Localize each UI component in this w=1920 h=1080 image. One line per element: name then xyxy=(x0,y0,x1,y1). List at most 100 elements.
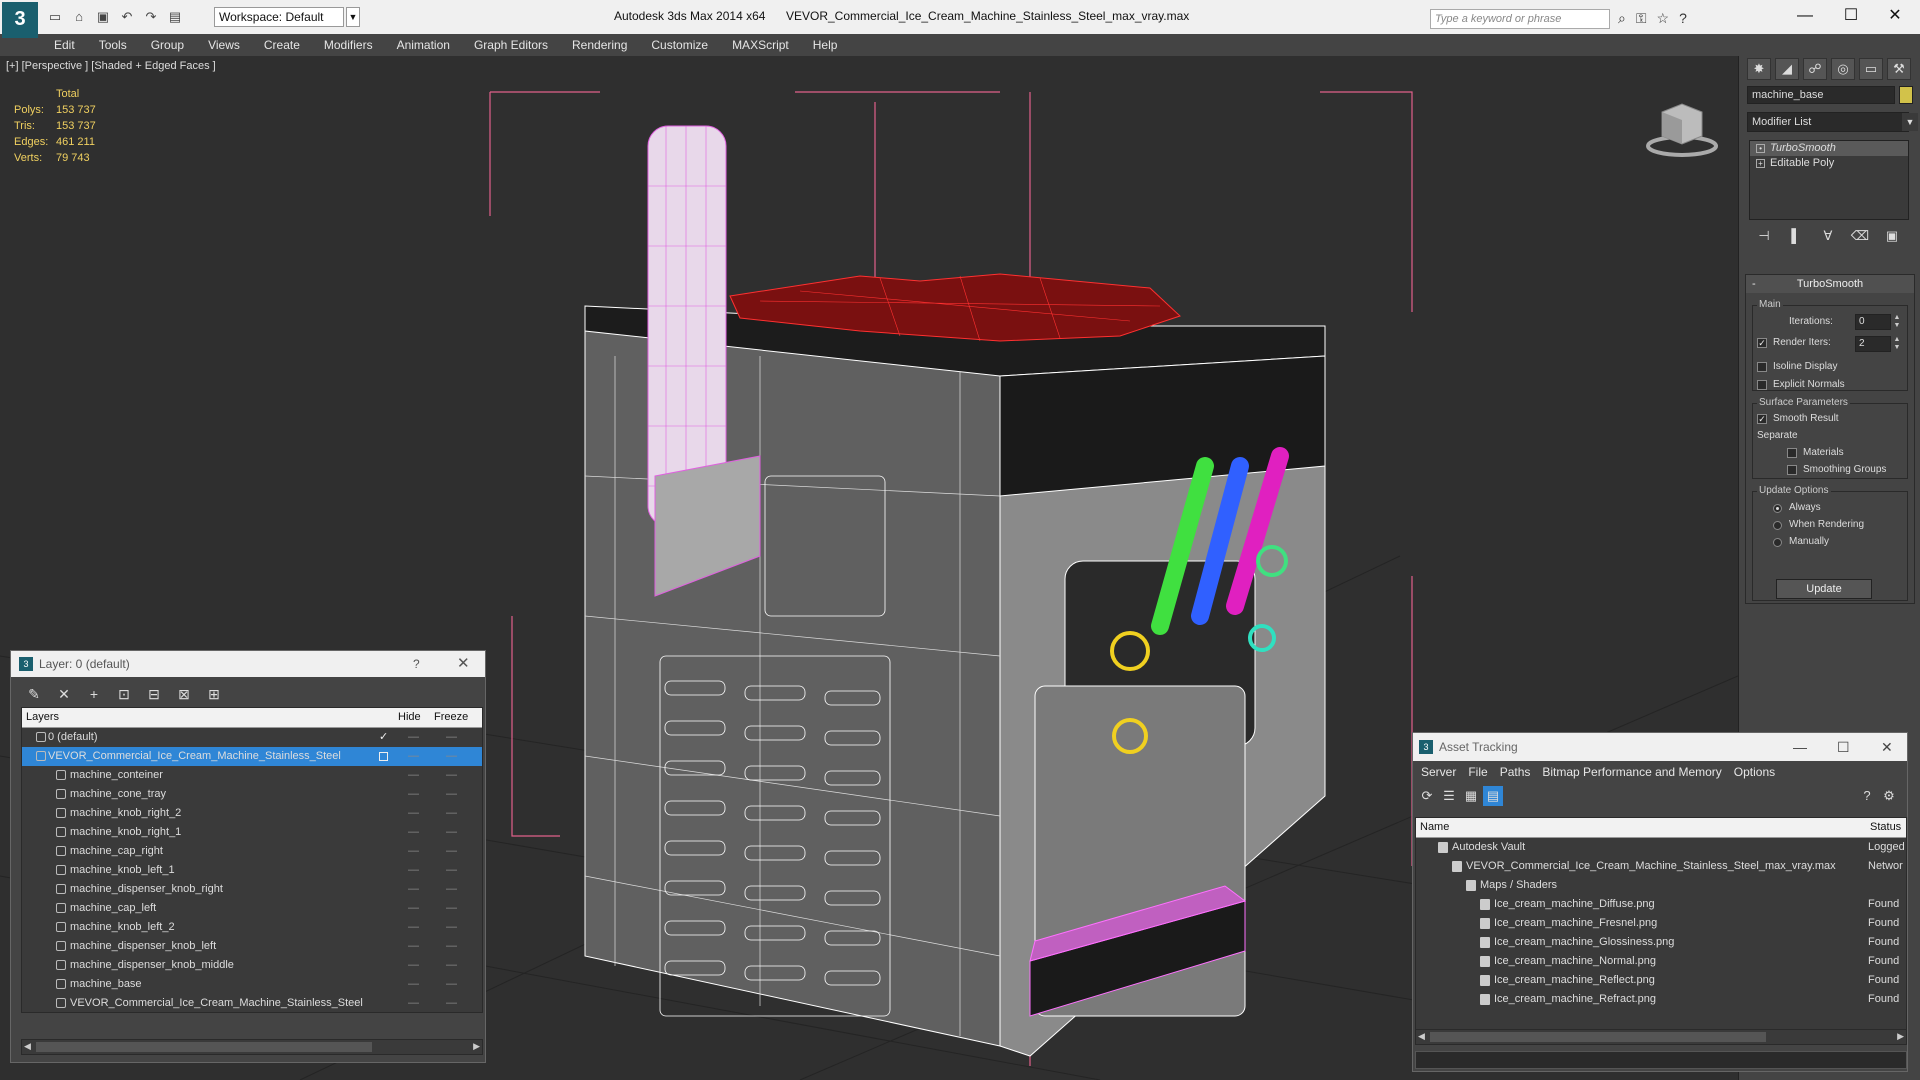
smoothing-groups-checkbox[interactable] xyxy=(1787,465,1797,475)
object-color-swatch[interactable] xyxy=(1899,86,1913,104)
layer-window-help-button[interactable]: ? xyxy=(413,651,420,677)
workspace-dropdown[interactable]: Workspace: Default xyxy=(214,7,344,27)
freeze-toggle[interactable]: — xyxy=(446,937,457,956)
list-view-icon[interactable]: ☰ xyxy=(1439,786,1459,806)
modify-tab-icon[interactable]: ◢ xyxy=(1775,58,1799,80)
layer-window-close-button[interactable]: ✕ xyxy=(457,651,470,677)
active-layer-check-icon[interactable]: ✓ xyxy=(379,728,388,747)
materials-checkbox[interactable] xyxy=(1787,448,1797,458)
hide-all-icon[interactable]: ⊠ xyxy=(173,683,195,705)
asset-row[interactable]: Ice_cream_machine_Diffuse.png Found xyxy=(1416,895,1906,914)
vault-help-icon[interactable]: ? xyxy=(1857,786,1877,806)
asset-row[interactable]: Ice_cream_machine_Reflect.png Found xyxy=(1416,971,1906,990)
hide-toggle[interactable]: — xyxy=(408,804,419,823)
utilities-tab-icon[interactable]: ⚒ xyxy=(1887,58,1911,80)
open-file-icon[interactable]: ⌂ xyxy=(70,9,88,25)
hide-toggle[interactable]: — xyxy=(408,747,419,766)
asset-horizontal-scrollbar[interactable]: ◀ ▶ xyxy=(1415,1029,1907,1045)
current-layer-box-icon[interactable] xyxy=(379,752,388,761)
spinner-arrows-icon[interactable]: ▲ ▼ xyxy=(1893,314,1901,330)
asset-tracking-titlebar[interactable]: 3 Asset Tracking — ☐ ✕ xyxy=(1413,733,1907,761)
create-layer-icon[interactable]: ✎ xyxy=(23,683,45,705)
show-end-result-icon[interactable]: ▌ xyxy=(1785,226,1807,246)
layer-row[interactable]: 0 (default) ✓ — — xyxy=(22,728,482,747)
menu-graph-editors[interactable]: Graph Editors xyxy=(462,38,560,52)
asset-row[interactable]: VEVOR_Commercial_Ice_Cream_Machine_Stain… xyxy=(1416,857,1906,876)
hierarchy-tab-icon[interactable]: ☍ xyxy=(1803,58,1827,80)
delete-layer-icon[interactable]: ✕ xyxy=(53,683,75,705)
menu-help[interactable]: Help xyxy=(801,38,850,52)
col-layers[interactable]: Layers xyxy=(26,711,59,723)
select-objects-icon[interactable]: ⊡ xyxy=(113,683,135,705)
layer-row[interactable]: machine_conteiner — — xyxy=(22,766,482,785)
turbosmooth-rollout-header[interactable]: - TurboSmooth xyxy=(1746,275,1914,293)
add-to-layer-icon[interactable]: + xyxy=(83,683,105,705)
update-button[interactable]: Update xyxy=(1776,579,1872,599)
save-file-icon[interactable]: ▣ xyxy=(94,9,112,25)
scroll-left-icon[interactable]: ◀ xyxy=(24,1041,31,1052)
freeze-toggle[interactable]: — xyxy=(446,823,457,842)
search-input[interactable]: Type a keyword or phrase xyxy=(1430,9,1610,29)
scroll-thumb[interactable] xyxy=(36,1042,372,1052)
freeze-toggle[interactable]: — xyxy=(446,918,457,937)
layer-row[interactable]: machine_knob_left_2 — — xyxy=(22,918,482,937)
when-rendering-radio[interactable] xyxy=(1773,521,1782,530)
col-status[interactable]: Status xyxy=(1870,821,1901,833)
scroll-thumb[interactable] xyxy=(1430,1032,1766,1042)
freeze-toggle[interactable]: — xyxy=(446,747,457,766)
key-icon[interactable]: ⚿ xyxy=(1636,10,1647,27)
at-menu-bitmap[interactable]: Bitmap Performance and Memory xyxy=(1536,765,1727,779)
modifier-list-dropdown[interactable]: Modifier List ▼ xyxy=(1747,112,1918,132)
table-view-icon[interactable]: ▤ xyxy=(1483,786,1503,806)
help-icon[interactable]: ? xyxy=(1679,10,1687,27)
scroll-left-icon[interactable]: ◀ xyxy=(1418,1031,1425,1042)
isoline-display-checkbox[interactable] xyxy=(1757,362,1767,372)
asset-row[interactable]: Autodesk Vault Logged xyxy=(1416,838,1906,857)
project-folder-icon[interactable]: ▤ xyxy=(166,9,184,25)
menu-modifiers[interactable]: Modifiers xyxy=(312,38,385,52)
freeze-toggle[interactable]: — xyxy=(446,766,457,785)
create-tab-icon[interactable]: ✸ xyxy=(1747,58,1771,80)
layer-row[interactable]: machine_base — — xyxy=(22,975,482,994)
scroll-right-icon[interactable]: ▶ xyxy=(1897,1031,1904,1042)
at-menu-options[interactable]: Options xyxy=(1728,765,1781,779)
freeze-toggle[interactable]: — xyxy=(446,728,457,747)
freeze-toggle[interactable]: — xyxy=(446,994,457,1012)
layer-row[interactable]: VEVOR_Commercial_Ice_Cream_Machine_Stain… xyxy=(22,747,482,766)
menu-tools[interactable]: Tools xyxy=(87,38,139,52)
motion-tab-icon[interactable]: ◎ xyxy=(1831,58,1855,80)
hide-toggle[interactable]: — xyxy=(408,842,419,861)
hide-toggle[interactable]: — xyxy=(408,728,419,747)
thumbnail-view-icon[interactable]: ▦ xyxy=(1461,786,1481,806)
always-radio[interactable] xyxy=(1773,504,1782,513)
stack-item-editable-poly[interactable]: + Editable Poly xyxy=(1750,156,1908,171)
col-name[interactable]: Name xyxy=(1420,821,1449,833)
hide-toggle[interactable]: — xyxy=(408,937,419,956)
minimize-button[interactable]: — xyxy=(1782,4,1828,28)
hide-toggle[interactable]: — xyxy=(408,994,419,1012)
explicit-normals-checkbox[interactable] xyxy=(1757,380,1767,390)
workspace-arrow-icon[interactable]: ▼ xyxy=(346,7,360,27)
freeze-toggle[interactable]: — xyxy=(446,956,457,975)
at-minimize-button[interactable]: — xyxy=(1793,733,1807,761)
binoculars-icon[interactable]: ⌕ xyxy=(1618,10,1626,27)
render-iters-spinner[interactable]: 2 xyxy=(1855,336,1891,352)
remove-modifier-icon[interactable]: ⌫ xyxy=(1849,226,1871,246)
layer-row[interactable]: machine_cap_left — — xyxy=(22,899,482,918)
menu-edit[interactable]: Edit xyxy=(40,38,87,52)
asset-row[interactable]: Maps / Shaders xyxy=(1416,876,1906,895)
freeze-toggle[interactable]: — xyxy=(446,861,457,880)
col-hide[interactable]: Hide xyxy=(398,711,421,723)
app-logo-icon[interactable]: 3 xyxy=(2,2,38,38)
freeze-toggle[interactable]: — xyxy=(446,899,457,918)
undo-icon[interactable]: ↶ xyxy=(118,9,136,25)
freeze-toggle[interactable]: — xyxy=(446,785,457,804)
spinner-arrows-icon[interactable]: ▲ ▼ xyxy=(1893,336,1901,352)
hide-toggle[interactable]: — xyxy=(408,956,419,975)
object-name-field[interactable]: machine_base xyxy=(1747,86,1895,104)
layer-row[interactable]: machine_dispenser_knob_left — — xyxy=(22,937,482,956)
hide-toggle[interactable]: — xyxy=(408,785,419,804)
scroll-right-icon[interactable]: ▶ xyxy=(473,1041,480,1052)
layer-row[interactable]: machine_cap_right — — xyxy=(22,842,482,861)
manually-radio[interactable] xyxy=(1773,538,1782,547)
